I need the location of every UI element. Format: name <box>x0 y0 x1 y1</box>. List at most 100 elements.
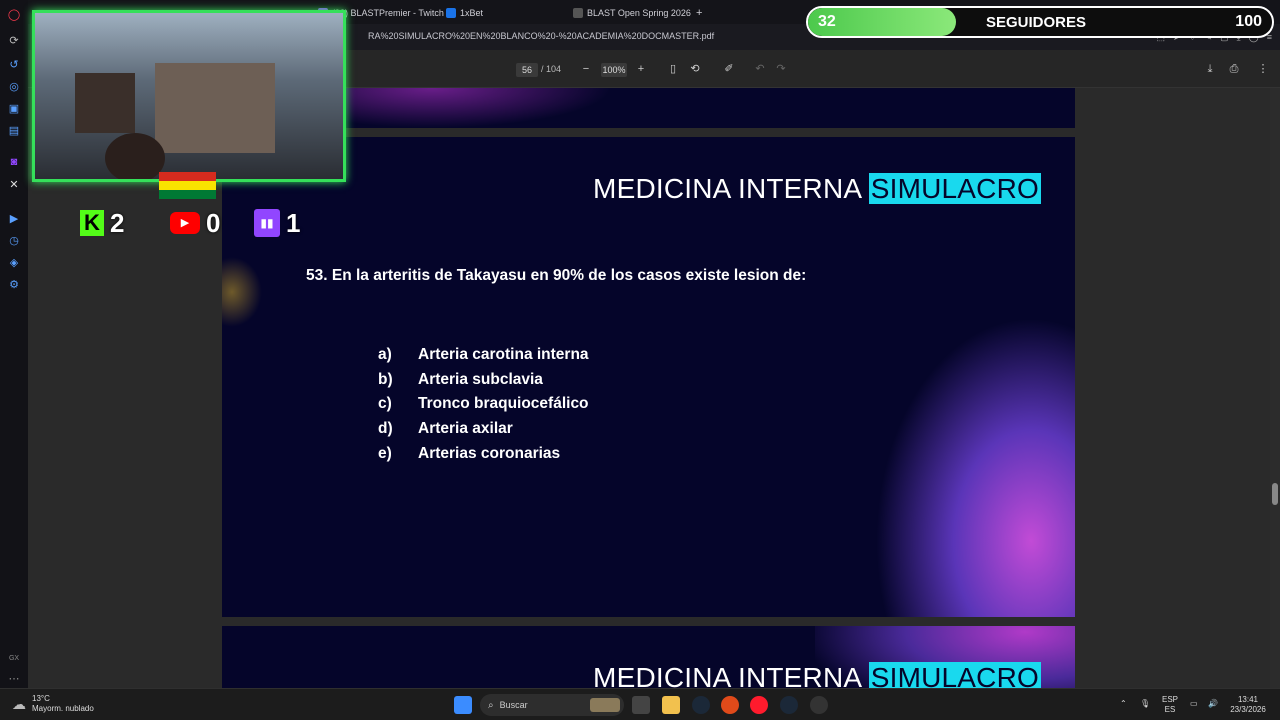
option-text: Arteria carotina interna <box>418 346 589 364</box>
steam-icon[interactable] <box>692 696 710 714</box>
app-icon[interactable] <box>721 696 739 714</box>
clock-time: 13:41 <box>1237 695 1259 704</box>
messenger-icon[interactable]: ▤ <box>6 122 22 138</box>
mic-icon[interactable]: 🎙 <box>1140 699 1150 709</box>
option-b: b) Arteria subclavia <box>378 368 589 393</box>
zoom-out-icon[interactable]: − <box>579 62 593 76</box>
bolivia-flag-icon <box>159 172 216 199</box>
option-letter: e) <box>378 444 392 462</box>
search-icon: ⌕ <box>488 699 494 711</box>
x-icon[interactable]: ✕ <box>6 176 22 192</box>
language-indicator[interactable]: ESP ES <box>1162 695 1178 715</box>
webcam-frame <box>32 10 346 182</box>
slide-glow <box>875 317 1075 617</box>
rotate-icon[interactable]: ⟲ <box>688 62 702 76</box>
followers-goal: 100 <box>1235 13 1262 30</box>
option-text: Tronco braquiocefálico <box>418 395 589 413</box>
scrollbar-thumb[interactable] <box>1272 483 1278 505</box>
aria-icon[interactable]: ◎ <box>6 78 22 94</box>
weather-widget[interactable]: ☁ 13°C Mayorm. nublado <box>12 694 94 714</box>
twitch-sidebar-icon[interactable]: ◙ <box>6 154 22 170</box>
zoom-input[interactable]: 100% <box>601 63 627 77</box>
taskbar: ☁ 13°C Mayorm. nublado ⌕ Buscar ⌃ 🎙 ESP … <box>0 688 1280 720</box>
draw-icon[interactable]: ✐ <box>722 62 736 76</box>
slide-title: MEDICINA INTERNA SIMULACRO <box>593 662 1041 688</box>
reload-icon[interactable]: ⟳ <box>6 32 22 48</box>
webcam-background <box>155 63 275 153</box>
1xbet-favicon-icon <box>446 8 456 18</box>
option-text: Arteria subclavia <box>418 370 543 388</box>
slide-glow <box>312 88 612 128</box>
option-text: Arteria axilar <box>418 420 513 438</box>
steam-icon-2[interactable] <box>780 696 798 714</box>
tab-label: 1xBet <box>460 8 484 18</box>
pdf-download-icon[interactable]: ⤓ <box>1203 62 1217 76</box>
clock[interactable]: 13:41 23/3/2026 <box>1226 695 1270 715</box>
search-highlight-icon <box>590 698 620 712</box>
weather-temperature: 13°C <box>32 694 50 703</box>
taskbar-search[interactable]: ⌕ Buscar <box>480 694 624 716</box>
scrollbar[interactable] <box>1270 88 1280 688</box>
search-placeholder: Buscar <box>499 700 528 710</box>
network-icon[interactable]: ▭ <box>1190 699 1198 709</box>
webcam-overlay <box>32 10 346 199</box>
opera-gx-icon[interactable] <box>750 696 768 714</box>
print-icon[interactable]: ⎙ <box>1227 62 1241 76</box>
total-pages: 104 <box>546 64 562 74</box>
undo-icon[interactable]: ↶ <box>753 62 767 76</box>
youtube-icon: ▶ <box>170 212 200 234</box>
history-icon[interactable]: ↺ <box>6 56 22 72</box>
url-field[interactable]: RA%20SIMULACRO%20EN%20BLANCO%20-%20ACADE… <box>368 31 714 41</box>
slide-title-main: MEDICINA INTERNA <box>593 173 861 204</box>
option-text: Arterias coronarias <box>418 444 561 462</box>
clock-date: 23/3/2026 <box>1230 705 1266 714</box>
player-icon[interactable]: ▣ <box>6 100 22 116</box>
followers-label: SEGUIDORES <box>986 14 1087 31</box>
new-tab-button[interactable]: + <box>696 4 712 22</box>
question-text: 53. En la arteritis de Takayasu en 90% d… <box>306 267 807 284</box>
more-icon[interactable]: ⋯ <box>6 670 22 686</box>
tab-label: (92) BLASTPremier - Twitch <box>332 8 444 18</box>
youtube-counter: ▶ 0 <box>170 205 220 241</box>
file-explorer-icon[interactable] <box>662 696 680 714</box>
language-top: ESP <box>1162 695 1179 704</box>
language-bottom: ES <box>1164 705 1176 714</box>
clock-icon[interactable]: ◷ <box>6 232 22 248</box>
option-letter: a) <box>378 346 392 364</box>
followers-goal-bar: 32 SEGUIDORES 100 <box>806 6 1274 38</box>
option-a: a) Arteria carotina interna <box>378 343 589 368</box>
page-number-input[interactable]: 56 <box>516 63 538 77</box>
option-letter: b) <box>378 370 393 388</box>
slide-title-highlight: SIMULACRO <box>868 173 1041 204</box>
fit-page-icon[interactable]: ▯ <box>666 62 680 76</box>
page-separator: / <box>541 64 544 74</box>
zoom-in-icon[interactable]: + <box>634 62 648 76</box>
option-d: d) Arteria axilar <box>378 417 589 442</box>
tab-blast[interactable]: BLAST Open Spring 2026 <box>573 4 713 22</box>
extensions-icon[interactable]: ◈ <box>6 254 22 270</box>
windows-start-icon[interactable] <box>454 696 472 714</box>
opera-logo-icon[interactable]: ◯ <box>6 6 22 22</box>
redo-icon[interactable]: ↷ <box>774 62 788 76</box>
task-view-icon[interactable] <box>632 696 650 714</box>
obs-icon[interactable] <box>810 696 828 714</box>
slide-title-main: MEDICINA INTERNA <box>593 662 861 688</box>
volume-icon[interactable]: 🔊 <box>1208 699 1218 709</box>
option-letter: c) <box>378 395 392 413</box>
play-icon[interactable]: ▶ <box>6 210 22 226</box>
browser-sidebar: ◯ ⟳ ↺ ◎ ▣ ▤ ◙ ✕ ▶ ◷ ◈ ⚙ GX ⋯ <box>0 0 28 688</box>
slide-title-highlight: SIMULACRO <box>868 662 1041 688</box>
followers-current: 32 <box>818 13 836 30</box>
option-c: c) Tronco braquiocefálico <box>378 392 589 417</box>
tab-label: BLAST Open Spring 2026 <box>587 8 691 18</box>
pdf-page-current: MEDICINA INTERNA SIMULACRO 53. En la art… <box>222 137 1075 617</box>
tab-1xbet[interactable]: 1xBet <box>446 4 556 22</box>
webcam-person <box>105 133 165 179</box>
pdf-more-icon[interactable]: ⋮ <box>1256 62 1270 76</box>
kick-count: 2 <box>110 207 125 238</box>
slide-glow-left <box>222 257 262 327</box>
kick-icon: K <box>80 210 104 236</box>
gx-icon[interactable]: GX <box>6 650 22 666</box>
tray-chevron-icon[interactable]: ⌃ <box>1120 699 1127 709</box>
settings-icon[interactable]: ⚙ <box>6 276 22 292</box>
